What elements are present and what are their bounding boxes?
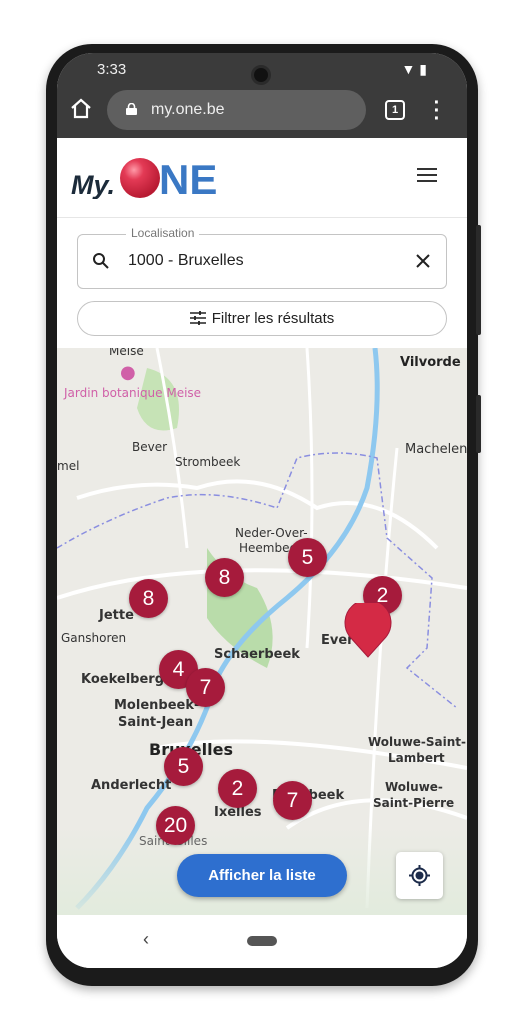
location-pin-icon[interactable]	[344, 603, 392, 659]
status-bar: 3:33 ▼ ▮ my.one.be 1 · · ·	[57, 53, 467, 138]
wifi-battery-icon: ▼ ▮	[401, 61, 427, 77]
home-pill[interactable]	[247, 936, 277, 946]
map-label: Lambert	[388, 751, 445, 765]
filter-label: Filtrer les résultats	[211, 310, 335, 327]
map-label: Koekelberg	[81, 672, 165, 687]
map-cluster[interactable]: 5	[288, 538, 327, 577]
map-label: mel	[57, 459, 80, 473]
map-label: Molenbeek-	[114, 698, 200, 713]
map-cluster[interactable]: 7	[186, 668, 225, 707]
side-button	[476, 225, 481, 335]
status-time: 3:33	[97, 61, 127, 78]
map-label: Meise	[109, 348, 144, 358]
site-header: My. NE	[57, 138, 467, 218]
location-label: Localisation	[126, 226, 200, 240]
map-cluster[interactable]: 5	[164, 747, 203, 786]
home-icon[interactable]	[69, 97, 93, 121]
svg-text:My.: My.	[71, 170, 115, 199]
map[interactable]: Meise ● Jardin botanique Meise Vilvorde …	[57, 348, 467, 915]
show-list-button[interactable]: Afficher la liste	[177, 854, 347, 897]
side-button	[476, 395, 481, 453]
svg-text:NE: NE	[159, 156, 217, 199]
map-label: Saint-Pierre	[373, 796, 455, 810]
map-label: Woluwe-	[385, 780, 443, 794]
screen: 3:33 ▼ ▮ my.one.be 1 · · · My. NE Localisa…	[57, 53, 467, 968]
crosshair-icon	[409, 865, 430, 886]
myone-logo[interactable]: My. NE	[71, 154, 241, 199]
back-icon[interactable]: ‹	[143, 929, 149, 950]
map-cluster[interactable]: 8	[129, 579, 168, 618]
map-label: Saint-Jean	[118, 715, 194, 730]
more-options-icon[interactable]: · · ·	[432, 93, 442, 129]
map-label: Machelen	[405, 442, 467, 457]
map-label: Schaerbeek	[214, 647, 300, 662]
map-cluster[interactable]: 2	[218, 769, 257, 808]
map-label: Anderlecht	[91, 778, 172, 793]
map-cluster[interactable]: 20	[156, 806, 195, 845]
clear-icon[interactable]	[414, 252, 432, 270]
map-label: Woluwe-Saint-	[368, 735, 467, 749]
map-label: Ganshoren	[61, 631, 127, 645]
lock-icon	[126, 103, 137, 115]
location-search-field[interactable]: Localisation 1000 - Bruxelles	[77, 226, 447, 289]
map-label: Bever	[132, 440, 168, 454]
map-label: Neder-Over-	[235, 526, 308, 540]
url-text: my.one.be	[151, 101, 225, 118]
sliders-icon	[189, 311, 206, 325]
search-icon	[93, 253, 109, 269]
map-label: Vilvorde	[400, 355, 461, 370]
locate-me-button[interactable]	[396, 852, 443, 899]
map-label: Strombeek	[175, 455, 241, 469]
map-cluster[interactable]: 7	[273, 781, 312, 820]
map-label: Jardin botanique Meise	[64, 386, 202, 400]
android-nav-bar: ‹	[57, 915, 467, 968]
camera	[251, 65, 271, 85]
map-label: Jette	[99, 608, 134, 623]
hamburger-menu-icon[interactable]	[417, 168, 437, 184]
tab-switcher-button[interactable]: 1	[385, 100, 405, 120]
museum-icon: ●	[120, 362, 136, 383]
address-bar[interactable]: my.one.be	[107, 90, 366, 130]
map-cluster[interactable]: 8	[205, 558, 244, 597]
location-input[interactable]: 1000 - Bruxelles	[128, 252, 244, 270]
filter-results-button[interactable]: Filtrer les résultats	[77, 301, 447, 336]
